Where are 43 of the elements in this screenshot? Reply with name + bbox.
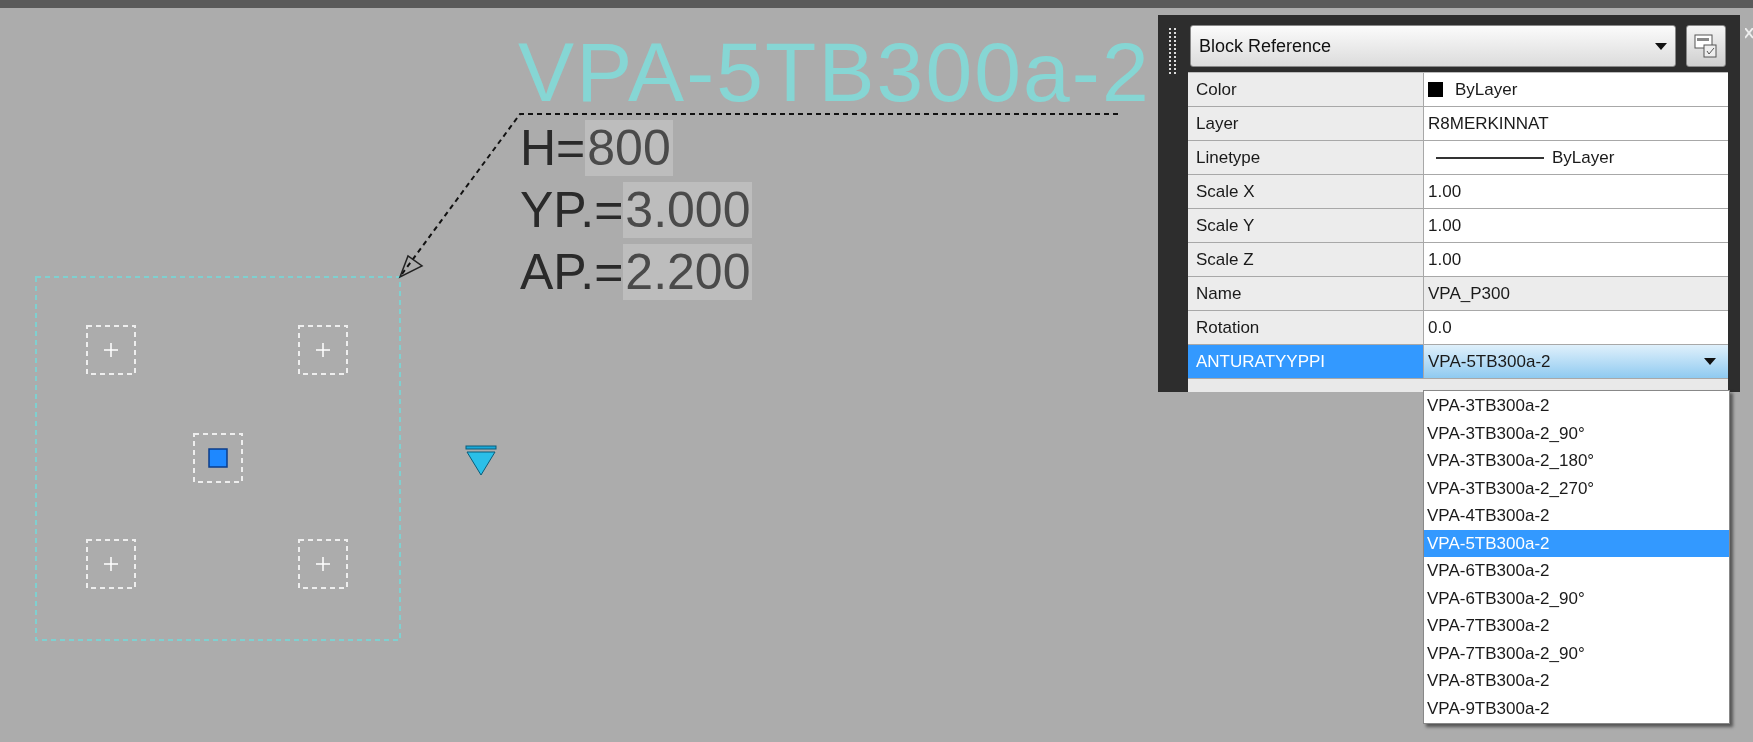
- property-name: ANTURATYYPPI: [1188, 345, 1424, 378]
- attribute-label: H=: [520, 120, 586, 176]
- arrowhead-icon: [398, 254, 424, 279]
- dropdown-option[interactable]: VPA-3TB300a-2_90°: [1424, 419, 1729, 447]
- insertion-point-icon: [298, 325, 348, 375]
- dropdown-option[interactable]: VPA-6TB300a-2_90°: [1424, 584, 1729, 612]
- property-value-text: ByLayer: [1552, 146, 1615, 169]
- caret-icon: [1704, 358, 1716, 365]
- property-value[interactable]: 1.00: [1424, 175, 1728, 208]
- property-value[interactable]: 1.00: [1424, 243, 1728, 276]
- property-dropdown[interactable]: VPA-5TB300a-2: [1424, 345, 1728, 378]
- dropdown-option[interactable]: VPA-8TB300a-2: [1424, 667, 1729, 695]
- object-type-dropdown[interactable]: Block Reference: [1190, 25, 1676, 67]
- property-value[interactable]: 0.0: [1424, 311, 1728, 344]
- color-swatch-icon: [1428, 82, 1443, 97]
- select-objects-icon: [1693, 33, 1719, 59]
- dropdown-option[interactable]: VPA-3TB300a-2_270°: [1424, 474, 1729, 502]
- marker-triangle-icon: [465, 445, 497, 476]
- dropdown-option[interactable]: VPA-4TB300a-2: [1424, 502, 1729, 530]
- quick-select-button[interactable]: [1686, 25, 1726, 67]
- dropdown-option[interactable]: VPA-7TB300a-2: [1424, 612, 1729, 640]
- attribute-label: AP.=: [520, 244, 624, 300]
- dropdown-option[interactable]: VPA-3TB300a-2_180°: [1424, 447, 1729, 475]
- insertion-point-icon: [298, 539, 348, 589]
- property-value-text: ByLayer: [1455, 78, 1518, 101]
- dropdown-option[interactable]: VPA-7TB300a-2_90°: [1424, 639, 1729, 667]
- insertion-point-icon: [86, 539, 136, 589]
- insertion-point-icon: [86, 325, 136, 375]
- dropdown-option[interactable]: VPA-3TB300a-2: [1424, 392, 1729, 420]
- dropdown-option[interactable]: VPA-9TB300a-2: [1424, 694, 1729, 722]
- grip-square-icon: [193, 433, 243, 483]
- property-value[interactable]: ByLayer: [1424, 73, 1728, 106]
- dropdown-option[interactable]: VPA-6TB300a-2: [1424, 557, 1729, 585]
- property-value[interactable]: 1.00: [1424, 209, 1728, 242]
- property-value[interactable]: ByLayer: [1424, 141, 1728, 174]
- linetype-sample-icon: [1436, 156, 1544, 159]
- attribute-label: YP.=: [520, 182, 624, 238]
- grip-handle-icon[interactable]: [1169, 28, 1177, 76]
- attribute-value: 800: [585, 120, 673, 176]
- attribute-value: 2.200: [623, 244, 753, 300]
- attribute-value: 3.000: [623, 182, 753, 238]
- caret-icon: [1655, 42, 1667, 50]
- property-value[interactable]: R8MERKINNAT: [1424, 107, 1728, 140]
